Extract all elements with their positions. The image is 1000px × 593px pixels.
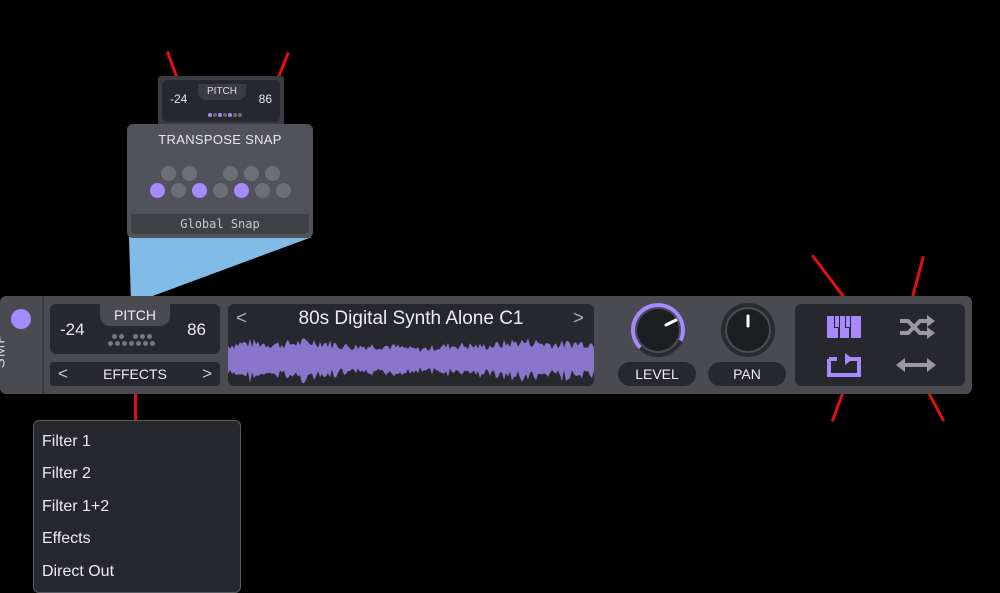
pitch-preview: -24 PITCH 86: [158, 76, 284, 126]
bounce-button[interactable]: [894, 348, 938, 382]
snap-dots: [208, 104, 243, 122]
effects-selector[interactable]: < EFFECTS >: [50, 362, 220, 386]
menu-item-direct-out[interactable]: Direct Out: [42, 563, 114, 581]
snap-key-e[interactable]: [192, 183, 207, 198]
random-phase-button[interactable]: [894, 310, 938, 344]
section-label: SMP: [0, 332, 9, 369]
effects-label: EFFECTS: [103, 366, 167, 382]
divider: [42, 296, 44, 394]
enable-toggle[interactable]: [11, 309, 31, 329]
pan-label: PAN: [708, 362, 786, 386]
snap-key[interactable]: [276, 183, 291, 198]
global-snap-button[interactable]: Global Snap: [131, 214, 309, 234]
transpose-snap-popup: TRANSPOSE SNAP Global Snap: [127, 124, 313, 238]
level-knob-group: LEVEL: [616, 296, 700, 394]
random-phase-icon: [900, 315, 935, 339]
menu-item-filter-1[interactable]: Filter 1: [42, 433, 91, 451]
sample-waveform[interactable]: < 80s Digital Synth Alone C1 >: [228, 304, 594, 386]
pan-knob-group: PAN: [706, 296, 790, 394]
level-knob[interactable]: [630, 302, 686, 358]
keytrack-icon: [827, 316, 861, 338]
menu-item-filter-1-2[interactable]: Filter 1+2: [42, 498, 109, 516]
menu-item-filter-2[interactable]: Filter 2: [42, 465, 91, 483]
loop-button[interactable]: [822, 348, 866, 382]
effects-next-button[interactable]: >: [202, 364, 212, 384]
pitch-low-value[interactable]: -24: [60, 320, 85, 340]
snap-key-c[interactable]: [150, 183, 165, 198]
transpose-snap-dots[interactable]: [108, 334, 164, 350]
pitch-high-value: 86: [258, 92, 272, 106]
snap-key[interactable]: [182, 166, 197, 181]
sample-name: 80s Digital Synth Alone C1: [298, 308, 524, 329]
snap-key[interactable]: [213, 183, 228, 198]
snap-key[interactable]: [171, 183, 186, 198]
pitch-label: PITCH: [100, 304, 170, 326]
snap-key[interactable]: [161, 166, 176, 181]
snap-key[interactable]: [244, 166, 259, 181]
pitch-label: PITCH: [198, 84, 246, 100]
sample-next-button[interactable]: >: [573, 308, 584, 330]
effects-destination-menu: Filter 1 Filter 2 Filter 1+2 Effects Dir…: [33, 420, 241, 593]
pan-knob[interactable]: [720, 302, 776, 358]
playback-options-panel: [795, 304, 965, 386]
snap-key[interactable]: [255, 183, 270, 198]
menu-item-effects[interactable]: Effects: [42, 530, 91, 548]
keytrack-button[interactable]: [822, 310, 866, 344]
level-label: LEVEL: [618, 362, 696, 386]
loop-icon: [827, 353, 861, 377]
pitch-low-value: -24: [170, 92, 188, 106]
transpose-snap-title: TRANSPOSE SNAP: [158, 132, 282, 147]
pitch-control[interactable]: PITCH -24 86: [50, 304, 220, 354]
snap-key-g[interactable]: [234, 183, 249, 198]
snap-key[interactable]: [265, 166, 280, 181]
snap-key[interactable]: [223, 166, 238, 181]
waveform-graphic: [228, 338, 594, 384]
bounce-icon: [896, 358, 936, 372]
sample-strip: SMP PITCH -24 86 < EFFECTS > < 80s Digit…: [0, 296, 972, 394]
pitch-high-value[interactable]: 86: [187, 320, 206, 340]
